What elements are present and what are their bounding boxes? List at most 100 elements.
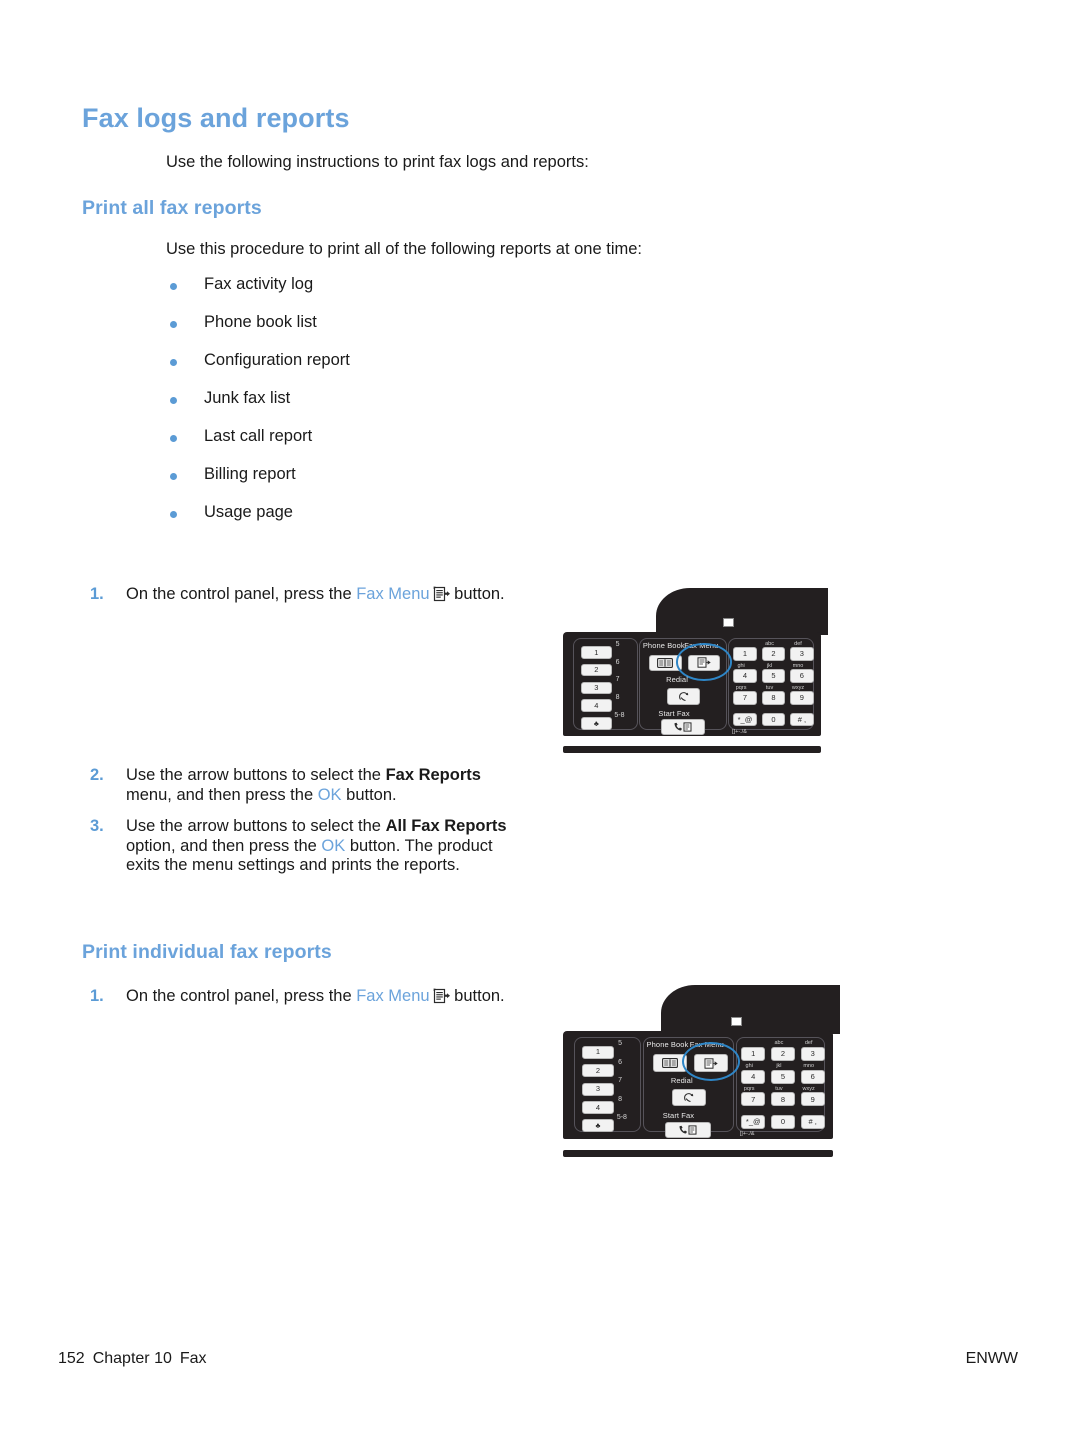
keypad-digit: 9 (810, 1094, 815, 1104)
speed-dial-key-3[interactable]: 3 (580, 681, 612, 695)
keypad-key-9[interactable]: 9 (800, 1092, 825, 1107)
start-fax-label: Start Fax (658, 708, 690, 718)
keypad-key-5[interactable]: 5 (761, 669, 786, 683)
speed-dial-shift-key[interactable]: ♣ (580, 717, 612, 730)
book-icon (662, 1058, 679, 1068)
keypad-digit: # , (797, 714, 807, 724)
speed-dial-primary: 3 (595, 1084, 600, 1094)
control-panel-face: 1 5 2 6 3 7 4 8 ♣ 5-8 Phone Book Fax Men… (562, 1030, 833, 1139)
keypad-key-4[interactable]: 4 (741, 1069, 766, 1084)
keypad-key-3[interactable]: 3 (790, 647, 814, 661)
keypad-key-3[interactable]: 3 (800, 1046, 825, 1061)
ok-button-label: OK (321, 836, 346, 855)
keypad-digit: 4 (742, 671, 748, 681)
speed-dial-key-2[interactable]: 2 (581, 1064, 615, 1078)
start-fax-icon (674, 722, 692, 732)
bullet-dot-icon (170, 435, 177, 442)
keypad-digit: 0 (780, 1117, 786, 1127)
speed-dial-shift-key[interactable]: ♣ (581, 1119, 615, 1133)
keypad-digit: 7 (742, 693, 748, 703)
keypad-digit: *_@ (745, 1117, 761, 1127)
keypad-key-0[interactable]: 0 (770, 1115, 796, 1130)
keypad-key-2[interactable]: 2 (770, 1046, 796, 1061)
step-item: 2. Use the arrow buttons to select the F… (90, 766, 520, 805)
speed-dial-primary: ♣ (593, 718, 599, 728)
redial-button[interactable] (667, 687, 700, 705)
keypad-digit: 6 (810, 1071, 815, 1081)
redial-label: Redial (666, 675, 688, 685)
keypad-digit: 6 (799, 671, 804, 681)
bullet-dot-icon (170, 397, 177, 404)
keypad-key-4[interactable]: 4 (733, 669, 757, 683)
keypad-letters: wxyz (791, 684, 805, 691)
keypad-key-pound[interactable]: # , (790, 712, 814, 727)
keypad-digit: 5 (780, 1071, 786, 1081)
keypad-key-1[interactable]: 1 (741, 1046, 766, 1061)
page-intro-paragraph: Use the following instructions to print … (166, 153, 589, 171)
list-item: Billing report (166, 465, 646, 503)
keypad-letters: ghi (745, 1063, 753, 1070)
keypad-key-8[interactable]: 8 (770, 1092, 796, 1107)
printer-latch (723, 618, 735, 628)
keypad-digit: 5 (771, 671, 776, 681)
speed-dial-key-2[interactable]: 2 (580, 663, 612, 677)
bullet-dot-icon (170, 283, 177, 290)
speed-dial-secondary: 6 (615, 658, 620, 666)
speed-dial-secondary: 6 (618, 1058, 623, 1066)
redial-button[interactable] (672, 1089, 706, 1107)
speed-dial-key-3[interactable]: 3 (581, 1082, 615, 1096)
list-item-label: Phone book list (204, 313, 317, 331)
speed-dial-key-1[interactable]: 1 (581, 1045, 615, 1059)
keypad-key-pound[interactable]: # , (800, 1115, 825, 1130)
speed-dial-key-4[interactable]: 4 (581, 1101, 615, 1115)
keypad-letters: tuv (775, 1085, 783, 1092)
keypad-key-star[interactable]: *_@ (733, 712, 757, 727)
keypad-key-star[interactable]: *_@ (741, 1115, 766, 1130)
start-fax-icon (679, 1125, 697, 1135)
menu-name-all-fax-reports: All Fax Reports (385, 817, 507, 835)
keypad-key-0[interactable]: 0 (761, 712, 786, 727)
panel-bottom-bezel (562, 745, 822, 754)
step-text-segment: button. (341, 785, 397, 804)
keypad-key-8[interactable]: 8 (761, 691, 786, 705)
start-fax-label: Start Fax (662, 1110, 695, 1120)
start-fax-button[interactable] (660, 719, 705, 735)
keypad-key-2[interactable]: 2 (761, 647, 786, 661)
keypad-key-7[interactable]: 7 (733, 691, 757, 705)
speed-dial-secondary: 5-8 (616, 1114, 627, 1122)
keypad-digit: *_@ (737, 714, 753, 724)
speed-dial-secondary: 7 (615, 676, 620, 684)
step-text-after: button. (449, 987, 505, 1005)
step-item: 1. On the control panel, press the Fax M… (90, 987, 520, 1007)
start-fax-button[interactable] (665, 1121, 712, 1138)
keypad-letters: mno (803, 1063, 815, 1070)
keypad-key-6[interactable]: 6 (790, 669, 814, 683)
keypad-key-5[interactable]: 5 (770, 1069, 796, 1084)
step-text-before: On the control panel, press the (126, 987, 357, 1005)
chapter-number: Chapter 10 (92, 1350, 172, 1367)
speed-dial-key-1[interactable]: 1 (580, 646, 612, 659)
speed-dial-secondary: 5 (615, 641, 620, 649)
step-number: 1. (90, 585, 104, 603)
keypad-letters: def (804, 1040, 813, 1047)
list-item: Configuration report (166, 351, 646, 389)
page-number: 152 (58, 1350, 85, 1367)
document-page: Fax logs and reports Use the following i… (0, 0, 1080, 1437)
speed-dial-key-4[interactable]: 4 (580, 699, 612, 712)
speed-dial-primary: 1 (595, 1047, 600, 1057)
keypad-key-6[interactable]: 6 (800, 1069, 825, 1084)
keypad-letters: wxyz (802, 1085, 815, 1092)
keypad-key-7[interactable]: 7 (741, 1092, 766, 1107)
list-item: Last call report (166, 427, 646, 465)
keypad-letters: pqrs (735, 684, 747, 691)
speed-dial-primary: 1 (594, 647, 599, 657)
keypad-letters: abc (765, 641, 774, 648)
keypad-digit: 0 (771, 714, 776, 724)
keypad-key-1[interactable]: 1 (733, 647, 757, 661)
step-text-after: button. (449, 585, 505, 603)
keypad-key-9[interactable]: 9 (790, 691, 814, 705)
step-text: Use the arrow buttons to select the All … (126, 817, 520, 876)
step-item: 3. Use the arrow buttons to select the A… (90, 817, 520, 876)
keypad-digit: 3 (810, 1049, 815, 1059)
list-item: Fax activity log (166, 275, 646, 313)
